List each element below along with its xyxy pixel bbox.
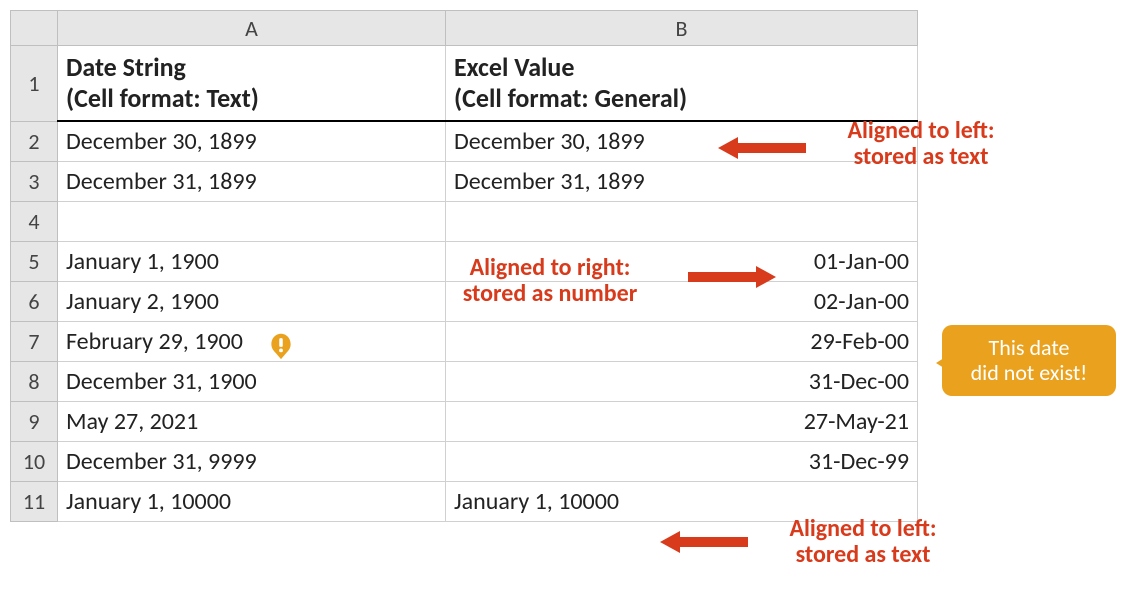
cell-A1-line1: Date String xyxy=(66,51,186,83)
cell-B11[interactable]: January 1, 10000 xyxy=(446,481,918,521)
cell-B1-line2: (Cell format: General) xyxy=(454,82,687,114)
row-header-11[interactable]: 11 xyxy=(11,481,58,521)
cell-A5[interactable]: January 1, 1900 xyxy=(58,241,446,281)
cell-A6[interactable]: January 2, 1900 xyxy=(58,281,446,321)
cell-A1-line2: (Cell format: Text) xyxy=(66,82,259,114)
row-header-2[interactable]: 2 xyxy=(11,121,58,161)
cell-B5[interactable]: 01-Jan-00 xyxy=(446,241,918,281)
cell-A10[interactable]: December 31, 9999 xyxy=(58,441,446,481)
cell-B7[interactable]: 29-Feb-00 xyxy=(446,321,918,361)
select-all-corner[interactable] xyxy=(11,11,58,46)
cell-A1[interactable]: Date String (Cell format: Text) xyxy=(58,46,446,122)
row-11: 11 January 1, 10000 January 1, 10000 xyxy=(11,481,918,521)
row-10: 10 December 31, 9999 31-Dec-99 xyxy=(11,441,918,481)
cell-B4[interactable] xyxy=(446,201,918,241)
column-header-A[interactable]: A xyxy=(58,11,446,46)
cell-A3[interactable]: December 31, 1899 xyxy=(58,161,446,201)
annotation-bottom: Aligned to left: stored as text xyxy=(758,516,968,569)
row-4: 4 xyxy=(11,201,918,241)
cell-B3[interactable]: December 31, 1899 xyxy=(446,161,918,201)
row-header-1[interactable]: 1 xyxy=(11,46,58,122)
arrow-left-icon-bottom xyxy=(660,529,748,555)
column-header-B[interactable]: B xyxy=(446,11,918,46)
row-6: 6 January 2, 1900 02-Jan-00 xyxy=(11,281,918,321)
row-3: 3 December 31, 1899 December 31, 1899 xyxy=(11,161,918,201)
cell-A8[interactable]: December 31, 1900 xyxy=(58,361,446,401)
row-1: 1 Date String (Cell format: Text) Excel … xyxy=(11,46,918,122)
callout-line2: did not exist! xyxy=(971,359,1088,386)
row-header-8[interactable]: 8 xyxy=(11,361,58,401)
cell-A11[interactable]: January 1, 10000 xyxy=(58,481,446,521)
cell-B2[interactable]: December 30, 1899 xyxy=(446,121,918,161)
spreadsheet: A B 1 Date String (Cell format: Text) Ex… xyxy=(10,10,918,522)
worksheet-table: A B 1 Date String (Cell format: Text) Ex… xyxy=(10,10,918,522)
cell-B6[interactable]: 02-Jan-00 xyxy=(446,281,918,321)
cell-A2[interactable]: December 30, 1899 xyxy=(58,121,446,161)
cell-A4[interactable] xyxy=(58,201,446,241)
cell-B8[interactable]: 31-Dec-00 xyxy=(446,361,918,401)
row-header-5[interactable]: 5 xyxy=(11,241,58,281)
cell-B9[interactable]: 27-May-21 xyxy=(446,401,918,441)
cell-B10[interactable]: 31-Dec-99 xyxy=(446,441,918,481)
callout-line1: This date xyxy=(989,334,1070,361)
row-2: 2 December 30, 1899 December 30, 1899 xyxy=(11,121,918,161)
row-5: 5 January 1, 1900 01-Jan-00 xyxy=(11,241,918,281)
annotation-bottom-line2: stored as text xyxy=(796,540,931,569)
row-7: 7 February 29, 1900 29-Feb-00 xyxy=(11,321,918,361)
row-header-10[interactable]: 10 xyxy=(11,441,58,481)
row-header-6[interactable]: 6 xyxy=(11,281,58,321)
row-9: 9 May 27, 2021 27-May-21 xyxy=(11,401,918,441)
callout-date-not-exist: This date did not exist! xyxy=(942,325,1116,396)
column-header-row: A B xyxy=(11,11,918,46)
cell-B1-line1: Excel Value xyxy=(454,51,574,83)
row-header-9[interactable]: 9 xyxy=(11,401,58,441)
row-header-3[interactable]: 3 xyxy=(11,161,58,201)
error-indicator-icon[interactable] xyxy=(267,332,295,360)
cell-A9[interactable]: May 27, 2021 xyxy=(58,401,446,441)
row-header-4[interactable]: 4 xyxy=(11,201,58,241)
row-header-7[interactable]: 7 xyxy=(11,321,58,361)
cell-A7[interactable]: February 29, 1900 xyxy=(58,321,446,361)
row-8: 8 December 31, 1900 31-Dec-00 xyxy=(11,361,918,401)
cell-B1[interactable]: Excel Value (Cell format: General) xyxy=(446,46,918,122)
